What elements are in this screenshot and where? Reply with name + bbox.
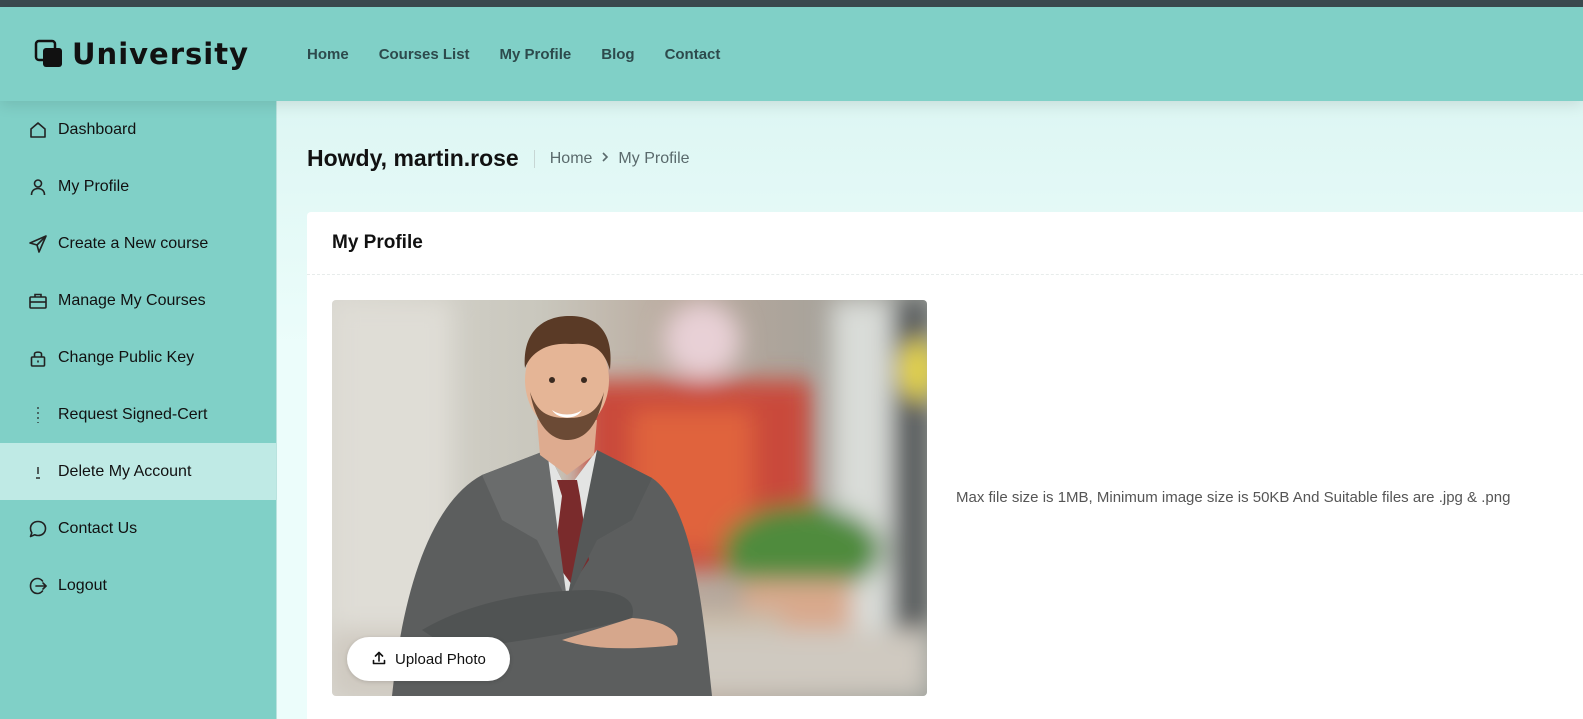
chevron-right-icon xyxy=(600,150,610,168)
upload-icon xyxy=(371,650,387,669)
logo-squares-icon xyxy=(34,39,64,69)
send-icon xyxy=(28,234,48,254)
sidebar-item-contact-us[interactable]: Contact Us xyxy=(0,500,276,557)
home-icon xyxy=(28,120,48,140)
page-header: Howdy, martin.rose Home My Profile xyxy=(307,145,690,172)
sidebar-item-logout[interactable]: Logout xyxy=(0,557,276,614)
sidebar-item-label: Delete My Account xyxy=(58,462,192,480)
sidebar-item-my-profile[interactable]: My Profile xyxy=(0,158,276,215)
sidebar-item-label: My Profile xyxy=(58,177,130,195)
site-header: University Home Courses List My Profile … xyxy=(0,7,1583,101)
user-icon xyxy=(28,177,48,197)
breadcrumb: Home My Profile xyxy=(550,150,690,168)
nav-blog[interactable]: Blog xyxy=(601,46,634,63)
breadcrumb-current: My Profile xyxy=(618,149,690,167)
sidebar-item-delete-account[interactable]: Delete My Account xyxy=(0,443,276,500)
briefcase-icon xyxy=(28,291,48,311)
sidebar-item-label: Create a New course xyxy=(58,234,209,252)
alert-icon xyxy=(28,462,48,482)
nav-home[interactable]: Home xyxy=(307,46,349,63)
profile-card: My Profile Upload Photo Max file size is… xyxy=(307,212,1583,719)
top-navigation: Home Courses List My Profile Blog Contac… xyxy=(307,7,720,101)
sidebar-item-dashboard[interactable]: Dashboard xyxy=(0,101,276,158)
nav-contact[interactable]: Contact xyxy=(665,46,721,63)
lock-icon xyxy=(28,348,48,368)
sidebar-item-label: Change Public Key xyxy=(58,348,195,366)
upload-photo-button[interactable]: Upload Photo xyxy=(347,637,510,681)
title-divider xyxy=(533,149,535,168)
sidebar-item-label: Request Signed-Cert xyxy=(58,405,208,423)
card-title: My Profile xyxy=(332,232,423,253)
brand-name: University xyxy=(72,37,249,71)
sidebar-item-request-signed-cert[interactable]: Request Signed-Cert xyxy=(0,386,276,443)
chat-icon xyxy=(28,519,48,539)
sidebar-item-label: Contact Us xyxy=(58,519,138,537)
nav-courses-list[interactable]: Courses List xyxy=(379,46,470,63)
sidebar-item-create-course[interactable]: Create a New course xyxy=(0,215,276,272)
file-requirements-hint: Max file size is 1MB, Minimum image size… xyxy=(956,489,1511,506)
sidebar-item-change-public-key[interactable]: Change Public Key xyxy=(0,329,276,386)
logout-icon xyxy=(28,576,48,596)
upload-photo-label: Upload Photo xyxy=(395,650,486,668)
certificate-icon xyxy=(28,405,48,425)
site-logo[interactable]: University xyxy=(34,37,249,71)
page-title: Howdy, martin.rose xyxy=(307,145,519,171)
nav-my-profile[interactable]: My Profile xyxy=(500,46,572,63)
card-header: My Profile xyxy=(307,212,1583,275)
breadcrumb-home[interactable]: Home xyxy=(550,150,593,168)
main-content: Howdy, martin.rose Home My Profile My Pr… xyxy=(277,101,1583,719)
sidebar: Dashboard My Profile Create a New course xyxy=(0,101,277,719)
window-top-strip xyxy=(0,0,1583,7)
sidebar-item-label: Manage My Courses xyxy=(58,291,206,309)
profile-photo: Upload Photo xyxy=(332,300,927,696)
sidebar-item-manage-courses[interactable]: Manage My Courses xyxy=(0,272,276,329)
sidebar-item-label: Logout xyxy=(58,576,107,594)
sidebar-item-label: Dashboard xyxy=(58,120,137,138)
